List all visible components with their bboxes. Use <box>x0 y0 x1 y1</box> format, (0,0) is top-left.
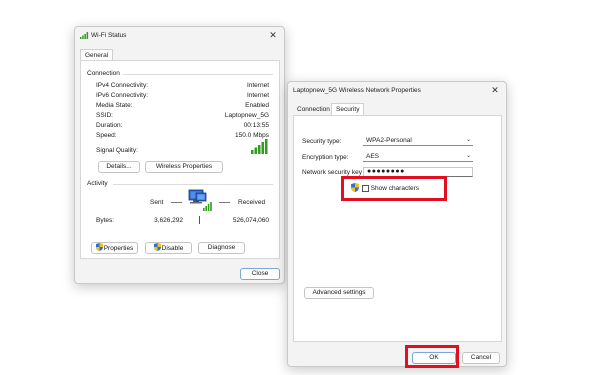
sent-label: Sent <box>150 199 164 206</box>
chevron-down-icon: ⌄ <box>465 137 471 143</box>
show-characters-highlight <box>341 176 447 201</box>
computer-network-icon <box>187 189 213 215</box>
speed-value: 150.0 Mbps <box>235 132 269 139</box>
properties-label: Properties <box>103 245 134 252</box>
details-button[interactable]: Details... <box>98 161 140 173</box>
duration-value: 00:13:55 <box>243 122 269 129</box>
security-type-select[interactable]: WPA2-Personal ⌄ <box>363 136 473 146</box>
uac-shield-icon <box>153 243 161 255</box>
wifi-signal-icon <box>80 31 89 41</box>
media-state-label: Media State: <box>96 102 133 109</box>
advanced-settings-button[interactable]: Advanced settings <box>304 287 374 299</box>
properties-button[interactable]: Properties <box>91 242 138 254</box>
diagnose-button[interactable]: Diagnose <box>198 242 245 254</box>
window-title: Laptopnew_5G Wireless Network Properties <box>293 87 421 94</box>
title-bar: Wi-Fi Status ✕ <box>75 27 284 45</box>
close-icon[interactable]: ✕ <box>488 84 502 97</box>
bytes-separator <box>199 216 200 224</box>
connection-heading: Connection <box>87 70 120 77</box>
connection-divider <box>123 74 273 75</box>
ssid-label: SSID: <box>96 112 113 119</box>
encryption-type-label: Encryption type: <box>302 154 349 161</box>
bytes-sent-value: 3,626,292 <box>154 217 183 224</box>
encryption-type-select[interactable]: AES ⌄ <box>363 152 473 162</box>
uac-shield-icon <box>95 243 103 255</box>
received-label: Received <box>238 199 266 206</box>
ipv6-value: Internet <box>246 92 269 99</box>
bytes-label: Bytes: <box>96 217 115 224</box>
tab-security[interactable]: Security <box>331 103 365 115</box>
ipv4-value: Internet <box>246 82 269 89</box>
close-button[interactable]: Close <box>240 268 280 280</box>
ssid-value: Laptopnew_5G <box>224 112 269 119</box>
close-icon[interactable]: ✕ <box>266 29 280 42</box>
security-type-label: Security type: <box>302 138 342 145</box>
ipv6-label: IPv6 Connectivity: <box>96 92 149 99</box>
security-type-value: WPA2-Personal <box>366 137 412 144</box>
duration-label: Duration: <box>96 122 123 129</box>
window-title: Wi-Fi Status <box>91 32 127 39</box>
title-bar: Laptopnew_5G Wireless Network Properties… <box>288 82 506 100</box>
ipv4-label: IPv4 Connectivity: <box>96 82 149 89</box>
wireless-properties-button[interactable]: Wireless Properties <box>145 161 223 173</box>
encryption-type-value: AES <box>366 153 380 160</box>
activity-heading: Activity <box>87 180 108 187</box>
security-panel: Security type: WPA2-Personal ⌄ Encryptio… <box>293 115 502 342</box>
media-state-value: Enabled <box>245 102 269 109</box>
bytes-received-value: 526,074,060 <box>232 217 269 224</box>
wifi-status-window: Wi-Fi Status ✕ General Connection IPv4 C… <box>74 26 285 284</box>
network-key-label: Network security key <box>302 169 362 176</box>
chevron-down-icon: ⌄ <box>465 153 471 159</box>
network-properties-window: Laptopnew_5G Wireless Network Properties… <box>287 81 507 367</box>
ok-button-highlight <box>405 345 459 368</box>
disable-button[interactable]: Disable <box>145 242 192 254</box>
sent-line <box>171 202 182 203</box>
signal-quality-icon <box>251 139 269 156</box>
signal-quality-label: Signal Quality: <box>96 147 138 154</box>
general-panel: Connection IPv4 Connectivity: Internet I… <box>80 60 280 259</box>
disable-label: Disable <box>161 245 184 252</box>
received-line <box>219 202 230 203</box>
activity-divider <box>113 184 273 185</box>
speed-label: Speed: <box>96 132 117 139</box>
cancel-button[interactable]: Cancel <box>462 352 500 364</box>
